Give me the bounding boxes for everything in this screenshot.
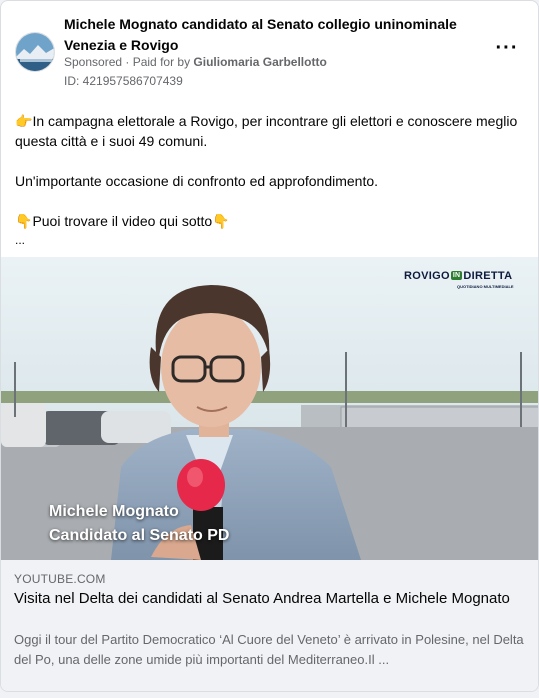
avatar-image <box>16 33 54 71</box>
pointing-right-emoji: 👉 <box>15 113 33 129</box>
link-preview[interactable]: YOUTUBE.COM Visita nel Delta dei candida… <box>1 560 538 691</box>
link-title[interactable]: Visita nel Delta dei candidati al Senato… <box>14 589 514 608</box>
body-line-2: Un'importante occasione di confronto ed … <box>15 173 379 189</box>
more-options-icon[interactable]: ··· <box>495 38 519 61</box>
overlay-role: Candidato al Senato PD <box>49 527 230 544</box>
logo-subtitle: QUOTIDIANO MULTIMEDIALE <box>457 284 514 289</box>
pointing-down-emoji: 👇 <box>15 213 33 229</box>
link-description: Oggi il tour del Partito Democratico ‘Al… <box>14 632 524 667</box>
logo-in-badge: IN <box>450 271 463 280</box>
sponsored-line: Sponsored · Paid for by Giuliomaria Garb… <box>64 55 327 69</box>
ad-post-card: Michele Mognato candidato al Senato coll… <box>0 0 539 692</box>
sponsored-label[interactable]: Sponsored <box>64 55 122 69</box>
post-header: Michele Mognato candidato al Senato coll… <box>1 1 538 97</box>
pointing-down-emoji-end: 👇 <box>212 213 230 229</box>
video-thumbnail[interactable]: ROVIGO IN DIRETTA QUOTIDIANO MULTIMEDIALE … <box>1 257 538 560</box>
link-domain: YOUTUBE.COM <box>14 572 106 586</box>
logo-right-text: DIRETTA <box>463 270 513 282</box>
ad-id: ID: 421957586707439 <box>64 74 183 88</box>
payer-name[interactable]: Giuliomaria Garbellotto <box>193 55 326 69</box>
body-line-3: 👇Puoi trovare il video qui sotto👇 <box>15 211 527 231</box>
body-line-1: 👉In campagna elettorale a Rovigo, per in… <box>15 111 527 151</box>
post-body: 👉In campagna elettorale a Rovigo, per in… <box>15 111 527 249</box>
body-line-1-text: In campagna elettorale a Rovigo, per inc… <box>15 113 518 149</box>
rovigo-in-diretta-logo: ROVIGO IN DIRETTA <box>404 270 512 282</box>
overlay-name: Michele Mognato <box>49 503 179 520</box>
paid-for-prefix: · Paid for by <box>122 55 194 69</box>
page-avatar[interactable] <box>15 32 55 72</box>
logo-left-text: ROVIGO <box>404 270 450 282</box>
see-more-ellipsis[interactable]: ... <box>15 231 527 249</box>
body-line-3-text: Puoi trovare il video qui sotto <box>32 213 213 229</box>
page-title[interactable]: Michele Mognato candidato al Senato coll… <box>64 14 464 56</box>
